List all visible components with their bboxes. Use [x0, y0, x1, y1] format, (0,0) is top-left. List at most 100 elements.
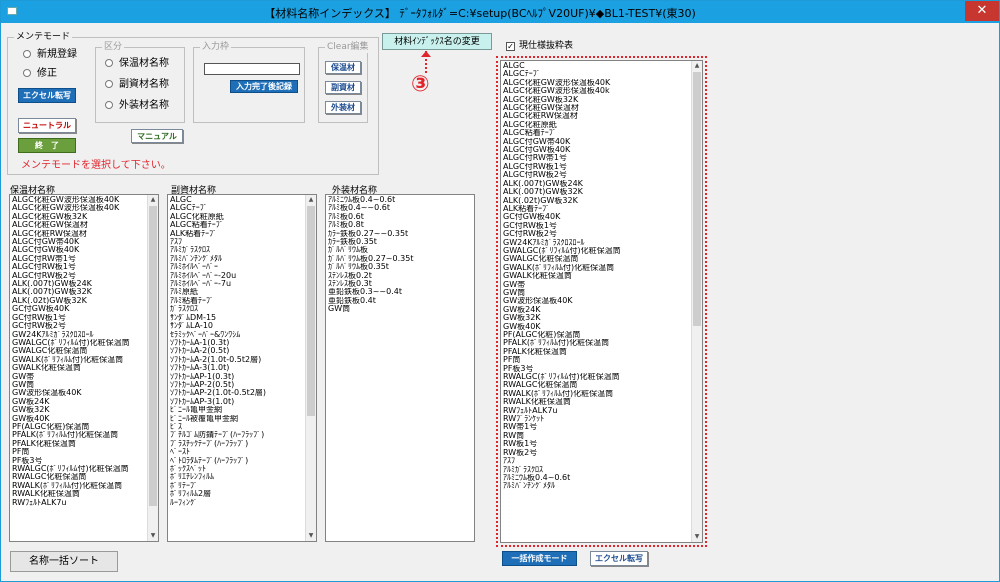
- list-item[interactable]: GWALK(ﾎﾟﾘﾌｨﾙﾑ付)化粧保温筒: [12, 356, 146, 364]
- list-item[interactable]: ALK(.02t)GW板32K: [12, 297, 146, 305]
- list-item[interactable]: GC付RW板1号: [12, 314, 146, 322]
- list-item[interactable]: ｱﾙﾐﾎｲﾙﾍﾟｰﾊﾟｰ-7u: [170, 280, 304, 288]
- list-item[interactable]: GC付RW板2号: [12, 322, 146, 330]
- list-item[interactable]: ALGC化粧RW保温材: [503, 112, 690, 120]
- list-item[interactable]: ｿﾌﾄｶｰﾑA-1(0.3t): [170, 339, 304, 347]
- list-item[interactable]: ｶﾞﾙﾊﾞﾘｳﾑ板0.27~0.35t: [328, 255, 472, 263]
- list-item[interactable]: ｱﾙﾐ板0.8t: [328, 221, 472, 229]
- scroll-thumb[interactable]: [307, 206, 315, 416]
- rename-index-button[interactable]: 材料ｲﾝﾃﾞｯｸｽ名の変更: [382, 33, 492, 50]
- list-item[interactable]: ALGC化粧GW波形保温板40K: [503, 79, 690, 87]
- list-item[interactable]: RWALK化粧保温筒: [503, 398, 690, 406]
- list-item[interactable]: ALGC化粧GW波形保温板40k: [503, 87, 690, 95]
- input-field[interactable]: [204, 63, 300, 75]
- list-item[interactable]: RWALGC(ﾎﾟﾘﾌｨﾙﾑ付)化粧保温筒: [503, 373, 690, 381]
- list-item[interactable]: RWALK(ﾎﾟﾘﾌｨﾙﾑ付)化粧保温筒: [12, 482, 146, 490]
- list-item[interactable]: PF(ALGC化粧)保温筒: [12, 423, 146, 431]
- scroll-thumb[interactable]: [149, 206, 157, 506]
- list-item[interactable]: GWALK(ﾎﾟﾘﾌｨﾙﾑ付)化粧保温筒: [503, 264, 690, 272]
- list-item[interactable]: ｱﾙﾐｶﾞﾗｽｸﾛｽ: [503, 466, 690, 474]
- scroll-up-icon[interactable]: ▲: [148, 195, 158, 205]
- list-item[interactable]: ALGC化粧GW波形保温板40K: [12, 204, 146, 212]
- list-item[interactable]: ALK(.007t)GW板24K: [503, 180, 690, 188]
- list-item[interactable]: GW24Kｱﾙﾐｶﾞﾗｽｸﾛｽﾛｰﾙ: [12, 331, 146, 339]
- list-item[interactable]: GC付GW板40K: [12, 305, 146, 313]
- list-item[interactable]: GW板32K: [503, 314, 690, 322]
- list-item[interactable]: ﾙｰﾌｨﾝｸﾞ: [170, 499, 304, 507]
- list-item[interactable]: RWﾌﾞﾗﾝｹｯﾄ: [503, 415, 690, 423]
- list-item[interactable]: ｻﾝﾀﾞﾑLA-10: [170, 322, 304, 330]
- list-item[interactable]: 亜鉛鉄板0.4t: [328, 297, 472, 305]
- list-item[interactable]: GWALK化粧保温筒: [12, 364, 146, 372]
- list-item[interactable]: GW板32K: [12, 406, 146, 414]
- list-item[interactable]: ALGC化粧GW波形保温板40K: [12, 196, 146, 204]
- list-item[interactable]: ALGC化粧GW板32K: [12, 213, 146, 221]
- list-item[interactable]: ｶﾗｰ鉄板0.27~~0.35t: [328, 230, 472, 238]
- list-item[interactable]: ｱﾙﾐ板0.6t: [328, 213, 472, 221]
- list-item[interactable]: GW板40K: [12, 415, 146, 423]
- list-item[interactable]: PF筒: [503, 356, 690, 364]
- list-item[interactable]: PF板3号: [503, 365, 690, 373]
- insulation-scrollbar[interactable]: ▲ ▼: [147, 195, 158, 541]
- list-item[interactable]: ALGC付RW板2号: [12, 272, 146, 280]
- list-item[interactable]: ｻﾝﾀﾞﾑDM-15: [170, 314, 304, 322]
- scroll-up-icon[interactable]: ▲: [692, 61, 702, 71]
- list-item[interactable]: ｿﾌﾄｶｰﾑAP-2(1.0t-0.5t2層): [170, 389, 304, 397]
- title-bar[interactable]: 【材料名称インデックス】 ﾃﾞｰﾀﾌｫﾙﾀﾞ=C:¥setup(BCﾍﾙﾌﾟV2…: [1, 1, 999, 23]
- subsidiary-listbox[interactable]: ALGC ALGCﾃｰﾌﾟ ALGC化粧原紙 ALGC粘着ﾃｰﾌﾟ ALK粘着ﾃｰﾌﾟｱ…: [167, 194, 317, 542]
- list-item[interactable]: GWALK化粧保温筒: [503, 272, 690, 280]
- insulation-listbox[interactable]: ALGC化粧GW波形保温板40K ALGC化粧GW波形保温板40K ALGC化粧GW…: [9, 194, 159, 542]
- list-item[interactable]: PF筒: [12, 448, 146, 456]
- scroll-down-icon[interactable]: ▼: [692, 532, 702, 542]
- record-after-input-button[interactable]: 入力完了後記録: [230, 80, 298, 93]
- list-item[interactable]: ALGC付GW帯40K: [503, 138, 690, 146]
- scroll-down-icon[interactable]: ▼: [148, 531, 158, 541]
- list-item[interactable]: 亜鉛鉄板0.3~~0.4t: [328, 288, 472, 296]
- bulk-name-sort-button[interactable]: 名称一括ソート: [10, 551, 118, 572]
- list-item[interactable]: ALK(.007t)GW板32K: [503, 188, 690, 196]
- list-item[interactable]: ﾋﾞｽ: [170, 423, 304, 431]
- list-item[interactable]: ｿﾌﾄｶｰﾑAP-2(0.5t): [170, 381, 304, 389]
- list-item[interactable]: ﾎﾟﾘｴﾁﾚﾝﾌｨﾙﾑ: [170, 473, 304, 481]
- list-item[interactable]: ALGCﾃｰﾌﾟ: [170, 204, 304, 212]
- list-item[interactable]: PFALK(ﾎﾟﾘﾌｨﾙﾑ付)化粧保温筒: [503, 339, 690, 347]
- list-item[interactable]: ｱﾙﾐﾎｲﾙﾍﾟｰﾊﾟｰ: [170, 263, 304, 271]
- list-item[interactable]: GWALGC(ﾎﾟﾘﾌｨﾙﾑ付)化粧保温筒: [503, 247, 690, 255]
- list-item[interactable]: ｱﾙﾐ板0.4~~0.6t: [328, 204, 472, 212]
- radio-new-registration[interactable]: 新規登録: [23, 49, 77, 61]
- list-item[interactable]: ｶﾞﾙﾊﾞﾘｳﾑ板0.35t: [328, 263, 472, 271]
- list-item[interactable]: ｶﾞﾗｽｸﾛｽ: [170, 305, 304, 313]
- exterior-listbox[interactable]: ｱﾙﾐﾆｳﾑ板0.4~0.6t ｱﾙﾐ板0.4~~0.6t ｱﾙﾐ板0.6t ｱﾙﾐ板…: [325, 194, 475, 542]
- list-item[interactable]: ﾋﾞﾆｰﾙ被覆亀甲金網: [170, 415, 304, 423]
- list-item[interactable]: GW板40K: [503, 323, 690, 331]
- list-item[interactable]: ALK粘着ﾃｰﾌﾟ: [170, 230, 304, 238]
- list-item[interactable]: ﾎﾞｯｸｽﾍﾞｯﾄ: [170, 465, 304, 473]
- list-item[interactable]: ALK粘着ﾃｰﾌﾟ: [503, 205, 690, 213]
- list-item[interactable]: ｽﾃﾝﾚｽ板0.2t: [328, 272, 472, 280]
- radio-exterior[interactable]: 外装材名称: [105, 100, 169, 112]
- list-item[interactable]: GC付GW板40K: [503, 213, 690, 221]
- list-item[interactable]: RWALGC(ﾎﾟﾘﾌｨﾙﾑ付)化粧保温筒: [12, 465, 146, 473]
- radio-insulation[interactable]: 保温材名称: [105, 58, 169, 70]
- excel-transfer-button-top[interactable]: エクセル転写: [18, 88, 76, 103]
- excel-transfer-button-bottom[interactable]: エクセル転写: [590, 551, 648, 566]
- list-item[interactable]: PFALK化粧保温筒: [503, 348, 690, 356]
- list-item[interactable]: ﾍﾟｰｽﾄ: [170, 448, 304, 456]
- list-item[interactable]: ALGC化粧RW保温材: [12, 230, 146, 238]
- list-item[interactable]: RWﾌｪﾙﾄALK7u: [503, 407, 690, 415]
- list-item[interactable]: ｱﾙﾐﾊﾟﾝﾁﾝｸﾞﾒﾀﾙ: [170, 255, 304, 263]
- list-item[interactable]: ｿﾌﾄｶｰﾑA-3(1.0t): [170, 364, 304, 372]
- list-item[interactable]: ﾍﾟﾄﾛﾗﾀﾑﾃｰﾌﾟ(ﾊｰﾌﾗｯﾌﾟ): [170, 457, 304, 465]
- clear-subsidiary-button[interactable]: 副資材: [325, 81, 361, 94]
- list-item[interactable]: ｶﾞﾙﾊﾞﾘｳﾑ板: [328, 246, 472, 254]
- list-item[interactable]: GC付RW板2号: [503, 230, 690, 238]
- list-item[interactable]: ALGC粘着ﾃｰﾌﾟ: [170, 221, 304, 229]
- current-spec-checkbox[interactable]: ✓ 現仕様抜粋表: [506, 38, 573, 51]
- list-item[interactable]: ALGC付RW帯1号: [503, 154, 690, 162]
- list-item[interactable]: RWALGC化粧保温筒: [503, 381, 690, 389]
- list-item[interactable]: ALK(.02t)GW板32K: [503, 197, 690, 205]
- list-item[interactable]: ALGC粘着ﾃｰﾌﾟ: [503, 129, 690, 137]
- list-item[interactable]: GW板24K: [503, 306, 690, 314]
- list-item[interactable]: GWALGC(ﾎﾟﾘﾌｨﾙﾑ付)化粧保温筒: [12, 339, 146, 347]
- list-item[interactable]: ALK(.007t)GW板24K: [12, 280, 146, 288]
